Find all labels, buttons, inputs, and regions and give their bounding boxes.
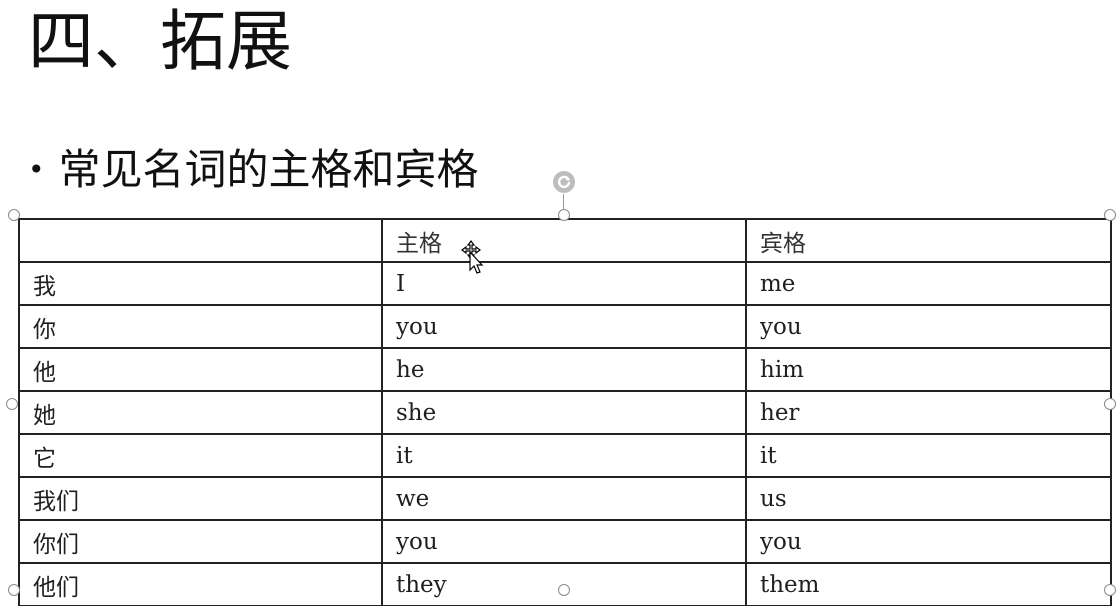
table-cell[interactable]: 我 — [18, 261, 383, 306]
table-cell[interactable]: I — [381, 261, 747, 306]
bullet-item: • 常见名词的主格和宾格 — [28, 140, 479, 200]
resize-handle-top-left[interactable] — [8, 209, 20, 221]
table-cell[interactable]: us — [745, 476, 1112, 521]
table-cell[interactable]: you — [745, 304, 1112, 349]
table-cell[interactable]: he — [381, 347, 747, 392]
table-row: 你们 you you — [18, 519, 1112, 564]
move-cursor-icon — [461, 240, 484, 274]
table-cell[interactable]: you — [381, 304, 747, 349]
pronoun-table[interactable]: 主格 宾格我 Ime 你 you you 他 he him 她 she her 它 it it 我们 we us 你… — [18, 218, 1112, 606]
bullet-marker: • — [28, 153, 45, 186]
table-cell[interactable]: we — [381, 476, 747, 521]
table-cell[interactable]: them — [745, 562, 1112, 606]
table-row: 我 Ime — [18, 261, 1112, 306]
resize-handle-middle-left[interactable] — [6, 398, 18, 410]
table-header-cell[interactable]: 主格 — [381, 218, 747, 263]
table-header-row: 主格 宾格 — [18, 218, 1112, 263]
table-cell[interactable]: you — [745, 519, 1112, 564]
resize-handle-top-right[interactable] — [1104, 209, 1116, 221]
bullet-text: 常见名词的主格和宾格 — [58, 145, 479, 194]
rotate-handle-icon[interactable] — [552, 170, 576, 194]
table-cell[interactable]: 他 — [18, 347, 383, 392]
table-cell[interactable]: 它 — [18, 433, 383, 478]
table-row: 它 it it — [18, 433, 1112, 478]
table-cell[interactable]: 我们 — [18, 476, 383, 521]
table-row: 我们 we us — [18, 476, 1112, 521]
table-row: 你 you you — [18, 304, 1112, 349]
table-cell[interactable]: it — [381, 433, 747, 478]
table-cell[interactable]: 你 — [18, 304, 383, 349]
resize-handle-bottom-right[interactable] — [1104, 584, 1116, 596]
table-header-cell[interactable] — [18, 218, 383, 263]
rotate-handle-stem — [563, 194, 564, 210]
table-cell[interactable]: you — [381, 519, 747, 564]
table-cell[interactable]: she — [381, 390, 747, 435]
table-cell[interactable]: me — [745, 261, 1112, 306]
table-header-cell[interactable]: 宾格 — [745, 218, 1112, 263]
resize-handle-bottom-center[interactable] — [558, 584, 570, 596]
table-cell[interactable]: 你们 — [18, 519, 383, 564]
table-cell[interactable]: 她 — [18, 390, 383, 435]
table-cell[interactable]: it — [745, 433, 1112, 478]
table-cell[interactable]: 他们 — [18, 562, 383, 606]
slide: 四、拓展 • 常见名词的主格和宾格 主格 宾格我 Ime 你 you you 他 he him 她… — [0, 0, 1120, 606]
table-object[interactable]: 主格 宾格我 Ime 你 you you 他 he him 她 she her 它 it it 我们 we us 你… — [6, 209, 1116, 606]
slide-title: 四、拓展 — [28, 3, 292, 80]
resize-handle-bottom-left[interactable] — [8, 584, 20, 596]
table-cell[interactable]: him — [745, 347, 1112, 392]
table-cell[interactable]: her — [745, 390, 1112, 435]
table-row: 她 she her — [18, 390, 1112, 435]
table-row: 他 he him — [18, 347, 1112, 392]
resize-handle-top-center[interactable] — [558, 209, 570, 221]
resize-handle-middle-right[interactable] — [1104, 398, 1116, 410]
